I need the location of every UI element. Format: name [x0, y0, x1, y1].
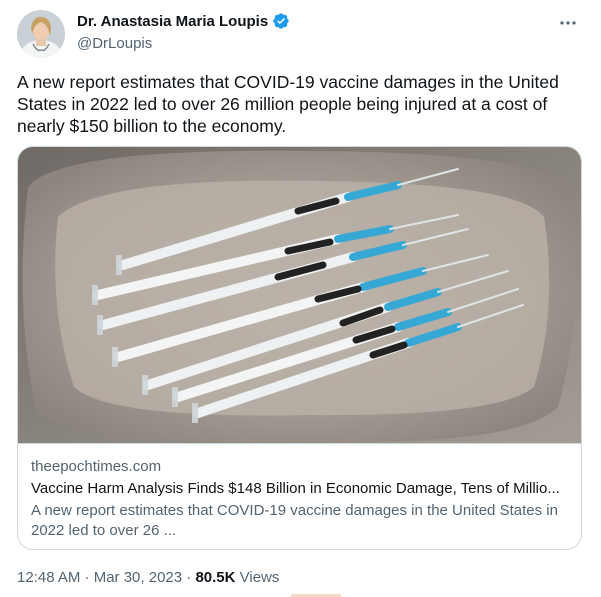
tweet-text: A new report estimates that COVID-19 vac…	[17, 72, 559, 136]
tweet-meta: 12:48 AM · Mar 30, 2023 · 80.5K Views	[17, 569, 279, 586]
views-label: Views	[235, 569, 280, 586]
card-divider	[18, 443, 581, 444]
more-horizontal-icon[interactable]	[557, 12, 579, 34]
card-description: A new report estimates that COVID-19 vac…	[31, 502, 558, 539]
card-title[interactable]: Vaccine Harm Analysis Finds $148 Billion…	[31, 480, 571, 497]
link-preview-card[interactable]: theepochtimes.com Vaccine Harm Analysis …	[17, 146, 582, 550]
author-handle[interactable]: @DrLoupis	[77, 35, 152, 52]
avatar-image	[17, 10, 65, 58]
avatar[interactable]	[17, 10, 65, 58]
verified-badge-icon	[272, 12, 290, 30]
author-display-name[interactable]: Dr. Anastasia Maria Loupis	[77, 13, 268, 30]
views-count: 80.5K	[195, 569, 236, 586]
card-domain: theepochtimes.com	[31, 458, 162, 475]
timestamp-link[interactable]: 12:48 AM · Mar 30, 2023 ·	[17, 569, 195, 586]
author-name-row: Dr. Anastasia Maria Loupis	[77, 12, 290, 30]
syringes-tray-image	[18, 147, 581, 443]
card-image[interactable]	[18, 147, 581, 443]
